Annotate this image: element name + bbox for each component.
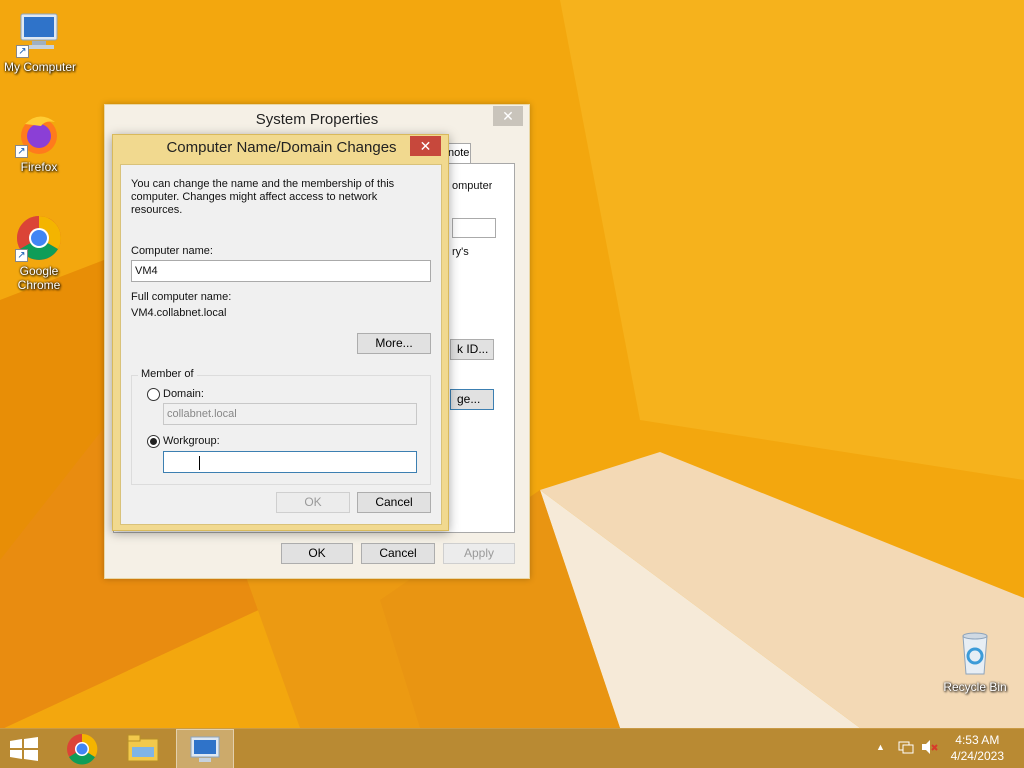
apply-button[interactable]: Apply [443,543,515,564]
workgroup-label: Workgroup: [163,435,220,447]
clock-time: 4:53 AM [955,733,1000,747]
dialog-title: Computer Name/Domain Changes [166,139,397,156]
clock-date: 4/24/2023 [950,749,1004,763]
firefox-icon: ↗ [15,110,63,158]
dialog-description: You can change the name and the membersh… [131,178,395,216]
desktop-icon-label: Recycle Bin [943,680,1007,694]
desktop-icon-label: My Computer [3,60,77,74]
computer-name-label: Computer name: [131,245,213,257]
desktop-icon-label: Google Chrome [17,264,61,292]
desktop-icon-label: Firefox [20,160,58,174]
ok-button[interactable]: OK [281,543,353,564]
network-id-button[interactable]: k ID... [450,339,494,360]
monitor-icon: ↗ [16,10,64,58]
window-title: System Properties [255,111,379,128]
taskbar-file-explorer-button[interactable] [116,729,174,768]
close-icon[interactable]: ✕ [410,136,441,156]
dialog-body: You can change the name and the membersh… [120,164,442,525]
chrome-icon [67,733,98,765]
show-hidden-icons-icon[interactable]: ▲ [876,742,885,752]
computer-name-dialog: Computer Name/Domain Changes ✕ You can c… [112,134,449,531]
desktop-icon-firefox[interactable]: ↗ Firefox [0,110,79,174]
desktop-icon-recycle-bin[interactable]: Recycle Bin [935,630,1015,694]
recycle-bin-icon [951,630,999,678]
member-of-label: Member of [138,368,197,380]
network-icon[interactable] [898,739,914,758]
shortcut-arrow-icon: ↗ [15,249,28,262]
workgroup-radio[interactable] [147,435,160,448]
taskbar-system-properties-button[interactable] [176,729,234,768]
system-properties-icon [190,736,220,762]
more-button[interactable]: More... [357,333,431,354]
taskbar-chrome-button[interactable] [56,729,114,768]
volume-muted-icon[interactable] [921,739,939,758]
start-icon [10,737,38,761]
full-computer-name-value: VM4.collabnet.local [131,307,227,319]
shortcut-arrow-icon: ↗ [15,145,28,158]
domain-radio[interactable] [147,388,160,401]
dialog-cancel-button[interactable]: Cancel [357,492,431,513]
partial-computer-description-field[interactable] [452,218,496,238]
computer-name-input[interactable] [131,260,431,282]
chrome-icon: ↗ [15,214,63,262]
domain-label: Domain: [163,388,204,400]
member-of-group: Member of Domain: Workgroup: [131,368,431,485]
cancel-button[interactable]: Cancel [361,543,435,564]
change-button[interactable]: ge... [450,389,494,410]
domain-input[interactable] [163,403,417,425]
partial-example-text: ry's [452,246,469,258]
file-explorer-icon [127,734,159,762]
desktop-icon-google-chrome[interactable]: ↗ Google Chrome [0,214,79,292]
taskbar-clock[interactable]: 4:53 AM 4/24/2023 [951,732,1004,764]
dialog-ok-button[interactable]: OK [276,492,350,513]
full-computer-name-label: Full computer name: [131,291,232,303]
partial-description-text: omputer [452,180,493,192]
text-cursor-icon [199,456,207,470]
close-icon[interactable]: ✕ [493,106,523,126]
shortcut-arrow-icon: ↗ [16,45,29,58]
desktop-icon-my-computer[interactable]: ↗ My Computer [0,10,80,74]
start-button[interactable] [0,729,58,768]
taskbar: ▲ 4:53 AM 4/24/2023 [0,728,1024,768]
